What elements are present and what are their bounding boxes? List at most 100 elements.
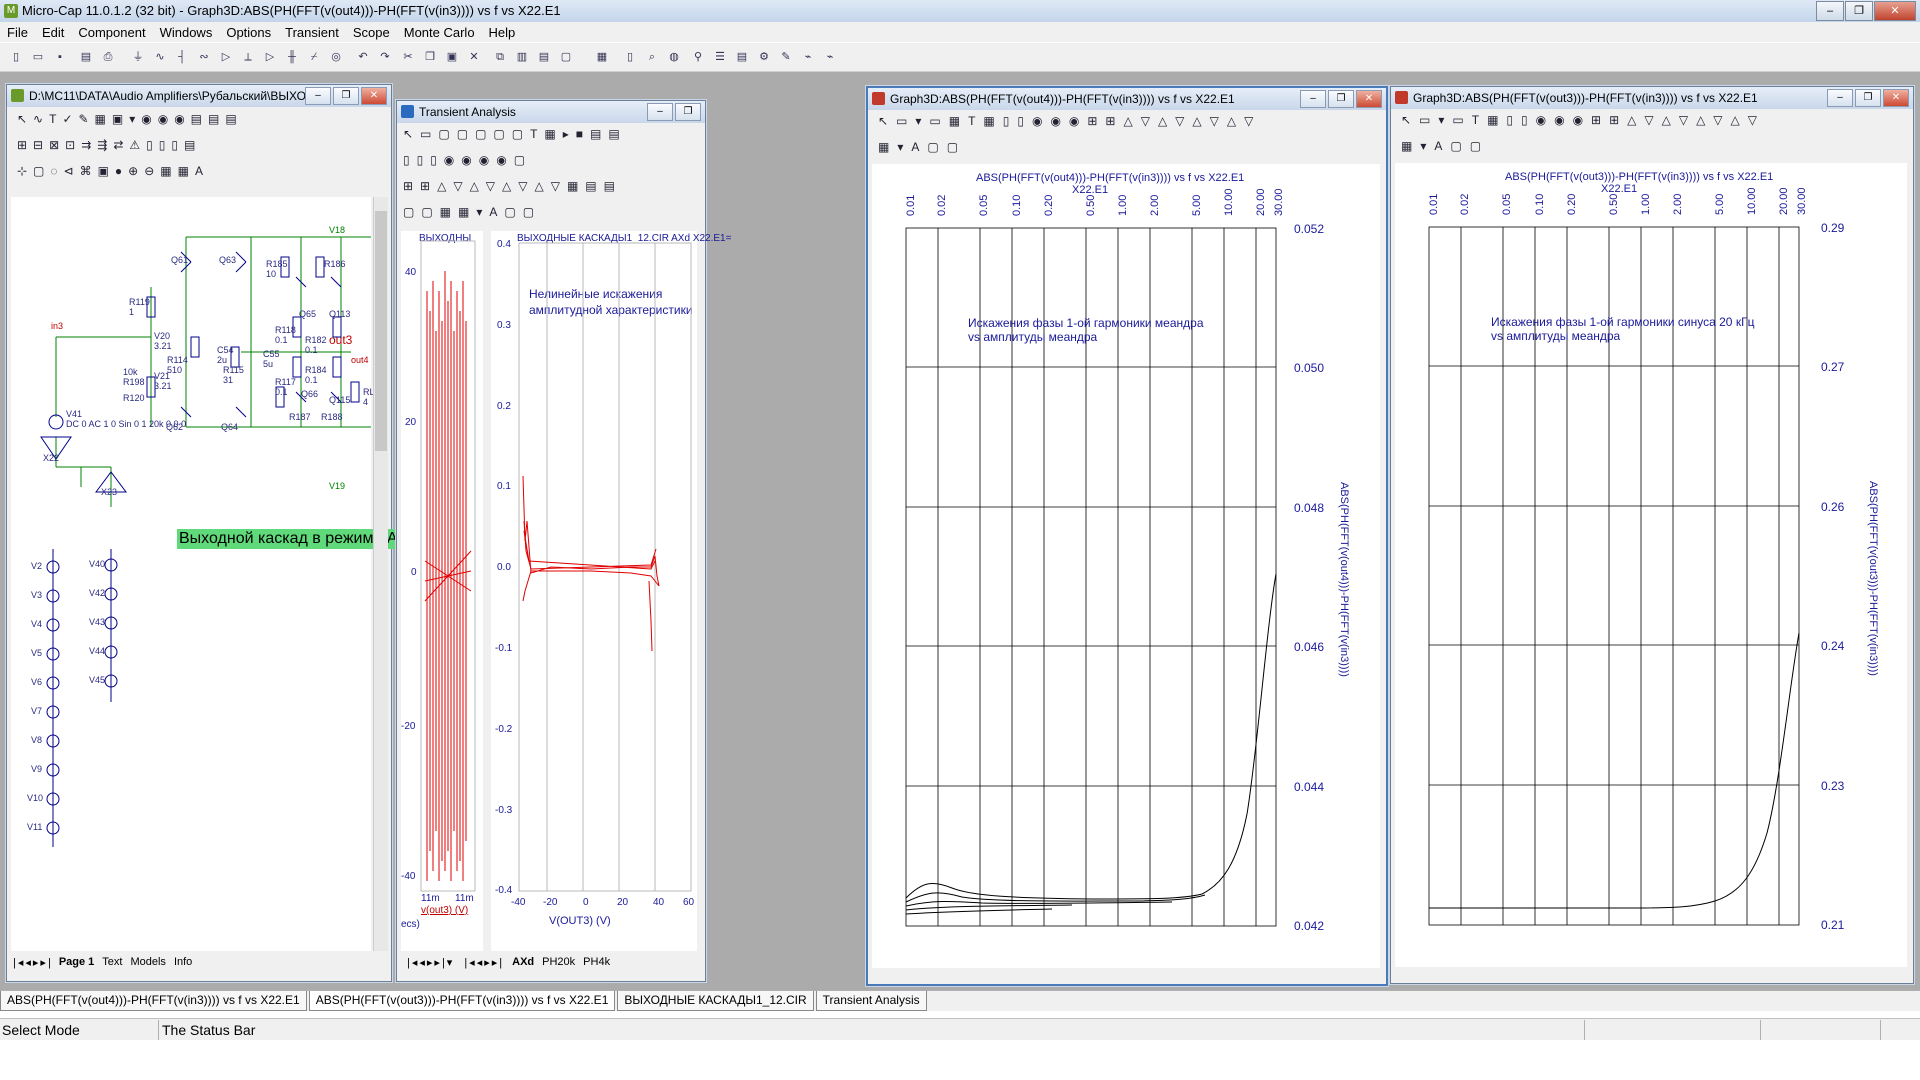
menu-help[interactable]: Help — [482, 25, 523, 40]
close-icon[interactable]: ✕ — [1356, 90, 1382, 108]
status-bar: Select Mode The Status Bar — [0, 1018, 1920, 1041]
graph-out3-plot[interactable]: ABS(PH(FFT(v(out3)))-PH(FFT(v(in3)))) vs… — [1395, 163, 1907, 967]
highlight-text-box[interactable]: Выходной каскад в режиме А — [177, 529, 400, 549]
graph-out3-ytick-3: 0.24 — [1821, 639, 1845, 653]
graph-out3-toolbar-row-1[interactable]: ↖▭▾▭T▦▯▯◉◉◉⊞⊞△▽△▽△▽△▽ — [1401, 113, 1765, 127]
minimize-icon[interactable]: – — [1816, 1, 1844, 21]
minimize-icon[interactable]: – — [1300, 90, 1326, 108]
window-tab-graph-out4[interactable]: ABS(PH(FFT(v(out4)))-PH(FFT(v(in3)))) vs… — [0, 991, 307, 1011]
transient-toolbar-row-3[interactable]: ⊞⊞△▽△▽△▽△▽▦▤▤ — [403, 179, 622, 193]
globe-icon[interactable]: ◍ — [666, 49, 682, 65]
calculator-icon[interactable]: ▦ — [594, 49, 610, 65]
close-icon[interactable]: ✕ — [361, 87, 387, 105]
window-icon[interactable]: ▢ — [558, 49, 574, 65]
wrench-icon[interactable]: ✎ — [778, 49, 794, 65]
restore-icon[interactable]: ❐ — [1328, 90, 1354, 108]
value-c55: 5u — [263, 359, 274, 369]
restore-icon[interactable]: ❐ — [675, 103, 701, 121]
schematic-toolbar-row-3[interactable]: ⊹▢◌⊲⌘▣●⊕⊖▦▦A — [17, 164, 209, 178]
close-icon[interactable]: ✕ — [1874, 1, 1916, 21]
minimize-icon[interactable]: – — [305, 87, 331, 105]
page-nav-arrows[interactable]: |◂◂▸▸| — [13, 956, 53, 969]
transient-right-nav-arrows[interactable]: |◂◂▸▸| — [464, 956, 504, 969]
transient-left-nav-arrows[interactable]: |◂◂▸▸|▾ — [407, 956, 454, 969]
minimize-icon[interactable]: – — [1827, 89, 1853, 107]
diode-icon[interactable]: ▷ — [218, 49, 234, 65]
close-icon[interactable]: ✕ — [1883, 89, 1909, 107]
menu-edit[interactable]: Edit — [35, 25, 71, 40]
menu-file[interactable]: File — [0, 25, 35, 40]
undo-icon[interactable]: ↶ — [355, 49, 371, 65]
restore-icon[interactable]: ❐ — [1845, 1, 1873, 21]
transistor-icon[interactable]: ⟂ — [240, 49, 256, 65]
window-tab-transient[interactable]: Transient Analysis — [815, 991, 927, 1011]
tab-text[interactable]: Text — [102, 956, 122, 968]
graph-out4-plot[interactable]: ABS(PH(FFT(v(out4)))-PH(FFT(v(in3)))) vs… — [872, 164, 1380, 968]
window-tab-graph-out3[interactable]: ABS(PH(FFT(v(out3)))-PH(FFT(v(in3)))) vs… — [308, 991, 616, 1011]
battery-icon[interactable]: ╫ — [284, 49, 300, 65]
source-icon[interactable]: ◎ — [328, 49, 344, 65]
cascade-icon[interactable]: ⧉ — [492, 49, 508, 65]
restore-icon[interactable]: ❐ — [333, 87, 359, 105]
print-preview-icon[interactable]: ▤ — [78, 49, 94, 65]
paste-icon[interactable]: ▣ — [444, 49, 460, 65]
graph-out4-toolbar-row-1[interactable]: ↖▭▾▭▦T▦▯▯◉◉◉⊞⊞△▽△▽△▽△▽ — [878, 114, 1261, 128]
transient-left-plot[interactable]: ВЫХОДНЫ 40 20 0 -20 -40 11m 11m v(out3) … — [401, 231, 483, 951]
tile-v-icon[interactable]: ▤ — [536, 49, 552, 65]
tab-ph4k[interactable]: PH4k — [583, 956, 610, 968]
chart-icon[interactable]: ⌁ — [800, 49, 816, 65]
part-r115: R115 — [223, 365, 244, 375]
find-icon[interactable]: ⌕ — [644, 49, 660, 65]
probe-icon[interactable]: ⚲ — [690, 49, 706, 65]
ground-icon[interactable]: ⏚ — [130, 49, 146, 65]
window-tab-schematic[interactable]: ВЫХОДНЫЕ КАСКАДЫ1_12.CIR — [617, 991, 814, 1011]
delete-icon[interactable]: ✕ — [466, 49, 482, 65]
schematic-vertical-scrollbar[interactable] — [373, 197, 388, 951]
graph-out4-toolbar-row-2[interactable]: ▦▾A▢▢ — [878, 140, 966, 154]
chart-edit-icon[interactable]: ⌁ — [822, 49, 838, 65]
cut-icon[interactable]: ✂ — [400, 49, 416, 65]
opamp-icon[interactable]: ▷ — [262, 49, 278, 65]
switch-icon[interactable]: ⌿ — [306, 49, 322, 65]
transient-toolbar-row-4[interactable]: ▢▢▦▦▾A▢▢ — [403, 205, 541, 219]
tile-h-icon[interactable]: ▥ — [514, 49, 530, 65]
schematic-canvas[interactable]: V18 V19 in3 out3 out4 Q61 Q63 Q62 Q64 R1… — [11, 197, 431, 951]
menu-component[interactable]: Component — [71, 25, 152, 40]
menu-windows[interactable]: Windows — [153, 25, 220, 40]
schematic-toolbar-row-1[interactable]: ↖∿T✓✎▦▣▾◉◉◉▤▤▤ — [17, 112, 243, 126]
net-label-out3: out3 — [329, 333, 353, 347]
tab-info[interactable]: Info — [174, 956, 192, 968]
new-file-icon[interactable]: ▯ — [8, 49, 24, 65]
graph-out3-toolbar-row-2[interactable]: ▦▾A▢▢ — [1401, 139, 1489, 153]
tools-icon[interactable]: ⚙ — [756, 49, 772, 65]
right-plot-xtick-1: -20 — [543, 897, 558, 908]
scrollbar-thumb[interactable] — [375, 211, 387, 451]
menu-options[interactable]: Options — [219, 25, 278, 40]
transient-toolbar-row-2[interactable]: ▯▯▯◉◉◉◉▢ — [403, 153, 532, 167]
copy-icon[interactable]: ❐ — [422, 49, 438, 65]
inductor-icon[interactable]: ∾ — [196, 49, 212, 65]
menu-scope[interactable]: Scope — [346, 25, 397, 40]
save-icon[interactable]: ▪ — [52, 49, 68, 65]
app-icon: M — [4, 4, 18, 18]
list-icon[interactable]: ☰ — [712, 49, 728, 65]
menu-monte-carlo[interactable]: Monte Carlo — [397, 25, 482, 40]
transient-right-plot[interactable]: ВЫХОДНЫЕ КАСКАДЫ1_12.CIR AXd X22.E1= Нел… — [491, 231, 731, 951]
print-icon[interactable]: ⎙ — [100, 49, 116, 65]
resistor-icon[interactable]: ∿ — [152, 49, 168, 65]
schematic-toolbar-row-2[interactable]: ⊞⊟⊠⊡⇉⇶⇄⚠▯▯▯▤ — [17, 138, 201, 152]
minimize-icon[interactable]: – — [647, 103, 673, 121]
page-icon[interactable]: ▯ — [622, 49, 638, 65]
graph-out3-titlebar: Graph3D:ABS(PH(FFT(v(out3)))-PH(FFT(v(in… — [1391, 87, 1913, 109]
menu-transient[interactable]: Transient — [278, 25, 346, 40]
tab-models[interactable]: Models — [130, 956, 165, 968]
tab-page-1[interactable]: Page 1 — [59, 956, 94, 968]
transient-toolbar-row-1[interactable]: ↖▭▢▢▢▢▢T▦▸■▤▤ — [403, 127, 627, 141]
tab-axd[interactable]: AXd — [512, 956, 534, 968]
tab-ph20k[interactable]: PH20k — [542, 956, 575, 968]
open-file-icon[interactable]: ▭ — [30, 49, 46, 65]
redo-icon[interactable]: ↷ — [377, 49, 393, 65]
restore-icon[interactable]: ❐ — [1855, 89, 1881, 107]
capacitor-icon[interactable]: ┤ — [174, 49, 190, 65]
properties-icon[interactable]: ▤ — [734, 49, 750, 65]
